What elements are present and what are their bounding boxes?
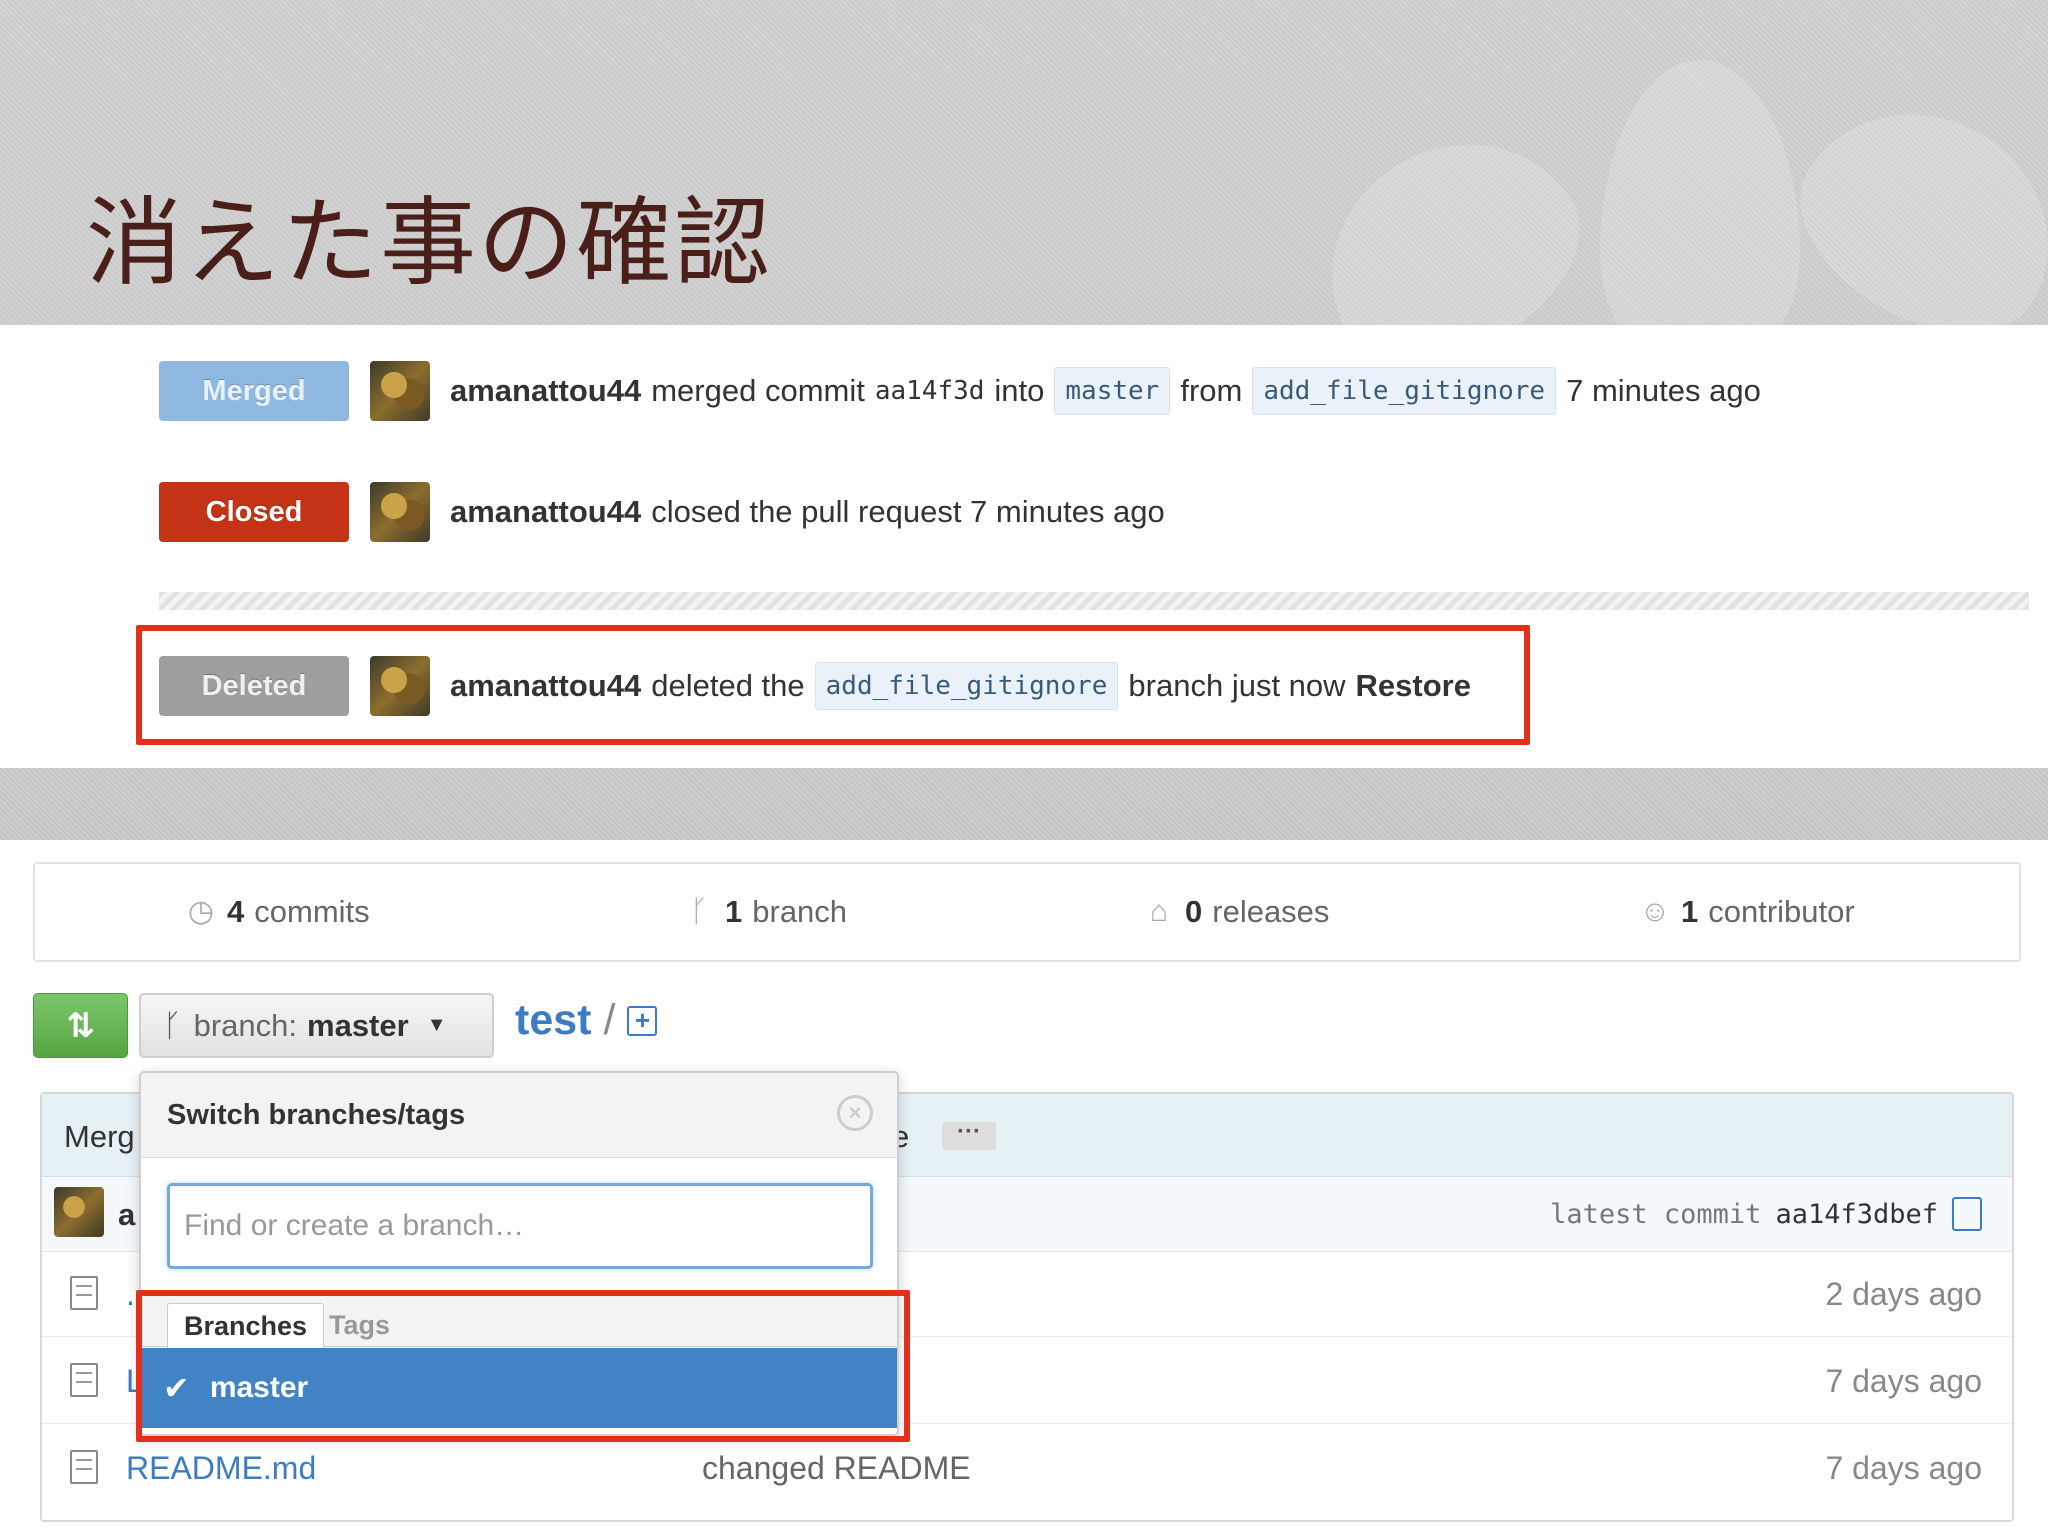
repo-name-link[interactable]: test <box>515 996 591 1045</box>
file-age: 7 days ago <box>1825 1450 1982 1486</box>
event-verb: merged commit <box>651 373 865 408</box>
dropdown-title: Switch branches/tags <box>167 1099 466 1131</box>
avatar[interactable] <box>370 361 430 421</box>
people-icon: ☺ <box>1639 895 1671 928</box>
stat-commits[interactable]: ◷ 4 commits <box>185 894 370 930</box>
stat-count: 1 <box>1681 894 1699 929</box>
event-text: amanattou44 closed the pull request 7 mi… <box>450 494 1165 530</box>
latest-commit-label: latest commit <box>1550 1198 1762 1230</box>
stat-count: 1 <box>725 894 743 929</box>
file-name-link[interactable]: . <box>126 1276 135 1313</box>
merged-badge: Merged <box>159 361 349 421</box>
add-file-icon[interactable]: + <box>627 1005 658 1036</box>
avatar[interactable] <box>370 482 430 542</box>
stat-releases[interactable]: ⌂ 0 releases <box>1143 894 1330 930</box>
stat-label: releases <box>1212 894 1330 929</box>
avatar[interactable] <box>54 1187 104 1237</box>
stat-label: contributor <box>1708 894 1855 929</box>
latest-commit: latest commit aa14f3dbef <box>1550 1197 1982 1231</box>
stat-label: commits <box>254 894 370 929</box>
highlight-box-branch-list <box>136 1290 910 1442</box>
stat-label: branch <box>752 894 848 929</box>
slide-title: 消えた事の確認 <box>86 187 772 299</box>
event-time: 7 minutes ago <box>1566 373 1761 408</box>
base-branch-chip[interactable]: master <box>1054 367 1171 415</box>
event-description: closed the pull request 7 minutes ago <box>651 494 1165 529</box>
tag-icon: ⌂ <box>1149 895 1169 928</box>
stat-count: 4 <box>227 894 245 929</box>
compare-icon: ⇅ <box>66 1006 95 1045</box>
file-age: 7 days ago <box>1825 1363 1982 1399</box>
current-branch-name: master <box>307 1007 409 1043</box>
branch-label: branch: <box>193 1007 298 1043</box>
compare-button[interactable]: ⇅ <box>33 993 128 1058</box>
timeline-event-closed: Closed amanattou44 closed the pull reque… <box>159 482 1165 542</box>
event-word: from <box>1180 373 1243 408</box>
user-link[interactable]: amanattou44 <box>450 494 641 530</box>
file-icon <box>70 1276 98 1310</box>
expand-commit-button[interactable]: ··· <box>942 1120 996 1150</box>
branch-icon: ᚴ <box>690 895 708 928</box>
chevron-down-icon: ▼ <box>426 1014 447 1036</box>
commit-message[interactable]: Merg <box>64 1119 135 1155</box>
branch-search-input[interactable] <box>167 1183 873 1269</box>
event-text: amanattou44 merged commit aa14f3d into m… <box>450 367 1761 415</box>
commit-link[interactable]: aa14f3d <box>875 376 985 406</box>
event-word: into <box>994 373 1045 408</box>
file-commit-message[interactable]: changed README <box>702 1450 971 1487</box>
repo-stats-bar: ◷ 4 commits ᚴ 1 branch ⌂ 0 releases ☺ 1 … <box>33 862 2021 962</box>
user-link[interactable]: amanattou44 <box>450 373 641 409</box>
clipboard-icon[interactable] <box>1952 1197 1982 1231</box>
history-icon: ◷ <box>187 895 215 928</box>
path-separator: / <box>603 996 616 1044</box>
file-name-link[interactable]: README.md <box>126 1450 316 1487</box>
head-branch-chip[interactable]: add_file_gitignore <box>1252 367 1557 415</box>
breadcrumb: test / + <box>515 996 658 1045</box>
timeline-event-merged: Merged amanattou44 merged commit aa14f3d… <box>159 361 1761 421</box>
timeline-divider <box>159 592 2029 610</box>
stat-contributors[interactable]: ☺ 1 contributor <box>1639 894 1855 930</box>
dropdown-header: Switch branches/tags × <box>141 1073 897 1158</box>
file-icon <box>70 1363 98 1397</box>
close-icon[interactable]: × <box>837 1095 873 1131</box>
stat-branches[interactable]: ᚴ 1 branch <box>683 894 847 930</box>
file-age: 2 days ago <box>1825 1276 1982 1312</box>
branch-selector-button[interactable]: ᚴ branch: master ▼ <box>139 993 494 1058</box>
stat-count: 0 <box>1185 894 1203 929</box>
file-icon <box>70 1450 98 1484</box>
closed-badge: Closed <box>159 482 349 542</box>
branch-icon: ᚴ <box>163 1007 182 1043</box>
highlight-box-deleted-event <box>136 625 1530 745</box>
commit-author[interactable]: a <box>118 1197 135 1233</box>
commit-sha-link[interactable]: aa14f3dbef <box>1775 1199 1938 1230</box>
